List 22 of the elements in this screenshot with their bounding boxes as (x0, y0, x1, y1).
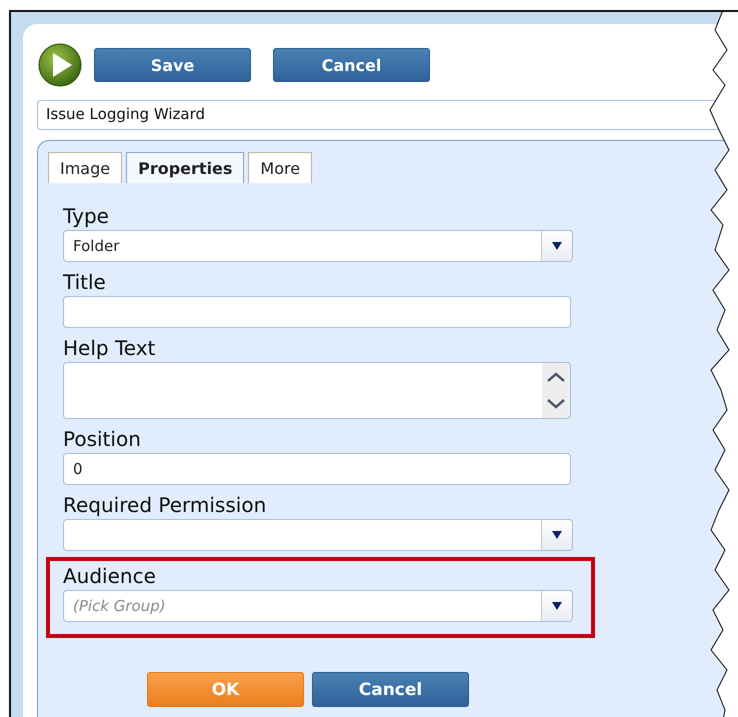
toolbar-button[interactable]: Save (94, 48, 251, 82)
scroll-down-icon[interactable] (546, 398, 566, 410)
tab[interactable]: More (248, 152, 312, 183)
scroll-up-icon[interactable] (546, 370, 566, 383)
dropdown-field[interactable] (63, 519, 573, 551)
field-label: Help Text (63, 335, 156, 362)
input-field[interactable] (63, 296, 571, 328)
tab[interactable]: Image (48, 152, 122, 183)
dropdown-arrow-icon (552, 602, 562, 610)
field-label: Type (63, 203, 110, 230)
tab[interactable]: Properties (126, 152, 244, 183)
field-label: Position (63, 426, 142, 453)
dropdown-arrow-icon (552, 242, 562, 250)
play-icon[interactable] (37, 42, 83, 88)
dropdown-field[interactable]: Folder (63, 230, 573, 262)
toolbar-button[interactable]: Cancel (273, 48, 430, 82)
field-label: Required Permission (63, 492, 268, 519)
input-field[interactable]: 0 (63, 453, 571, 485)
cancel-button[interactable]: Cancel (312, 672, 469, 707)
field-label: Audience (63, 563, 157, 590)
field-label: Title (63, 269, 107, 296)
dropdown-arrow-icon (552, 531, 562, 539)
